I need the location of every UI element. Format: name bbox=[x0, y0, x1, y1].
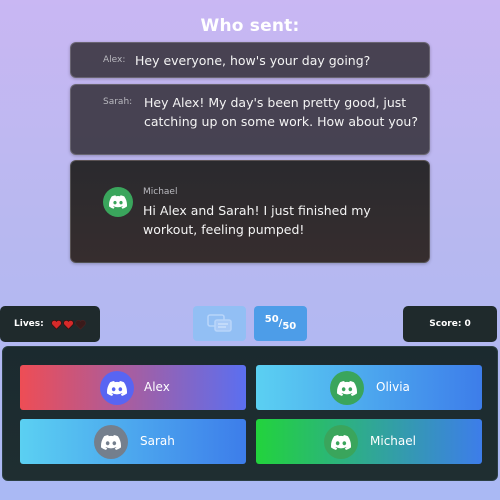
chat-message: Sarah: Hey Alex! My day's been pretty go… bbox=[70, 84, 430, 155]
message-text: Hi Alex and Sarah! I just finished my wo… bbox=[143, 203, 371, 237]
choice-label: Alex bbox=[144, 380, 170, 394]
heart-icon bbox=[51, 319, 62, 330]
score-label: Score: bbox=[429, 319, 462, 329]
discord-icon bbox=[103, 187, 133, 217]
discord-icon bbox=[324, 425, 358, 459]
lives-counter: Lives: bbox=[0, 306, 100, 342]
choice-button-michael[interactable]: Michael bbox=[256, 419, 482, 464]
heart-icon bbox=[63, 319, 74, 330]
choice-button-olivia[interactable]: Olivia bbox=[256, 365, 482, 410]
discord-icon bbox=[94, 425, 128, 459]
choice-button-alex[interactable]: Alex bbox=[20, 365, 246, 410]
answer-panel: Alex Olivia Sarah Michael bbox=[2, 346, 498, 481]
choice-label: Olivia bbox=[376, 380, 410, 394]
chat-message-highlighted: Michael Hi Alex and Sarah! I just finish… bbox=[70, 160, 430, 263]
fifty-top: 50 bbox=[264, 314, 279, 325]
fifty-fifty-button[interactable]: 50/50 bbox=[254, 306, 307, 341]
choice-label: Sarah bbox=[140, 434, 175, 448]
message-text: Hey Alex! My day's been pretty good, jus… bbox=[144, 95, 418, 129]
lives-label: Lives: bbox=[14, 319, 44, 329]
fifty-bottom: 50 bbox=[282, 321, 297, 332]
heart-empty-icon bbox=[75, 319, 86, 330]
discord-icon bbox=[330, 371, 364, 405]
chat-bubbles-icon bbox=[206, 313, 232, 332]
discord-icon bbox=[100, 371, 134, 405]
message-sender: Alex: bbox=[103, 55, 126, 65]
message-sender: Michael bbox=[143, 187, 178, 197]
score-value: 0 bbox=[464, 319, 471, 329]
choice-label: Michael bbox=[370, 434, 416, 448]
prompt-title: Who sent: bbox=[200, 16, 300, 36]
score-counter: Score: 0 bbox=[403, 306, 497, 342]
choice-button-sarah[interactable]: Sarah bbox=[20, 419, 246, 464]
message-sender: Sarah: bbox=[103, 97, 133, 107]
hint-lifeline-button[interactable] bbox=[193, 306, 246, 341]
message-text: Hey everyone, how's your day going? bbox=[135, 53, 371, 68]
chat-message: Alex: Hey everyone, how's your day going… bbox=[70, 42, 430, 78]
